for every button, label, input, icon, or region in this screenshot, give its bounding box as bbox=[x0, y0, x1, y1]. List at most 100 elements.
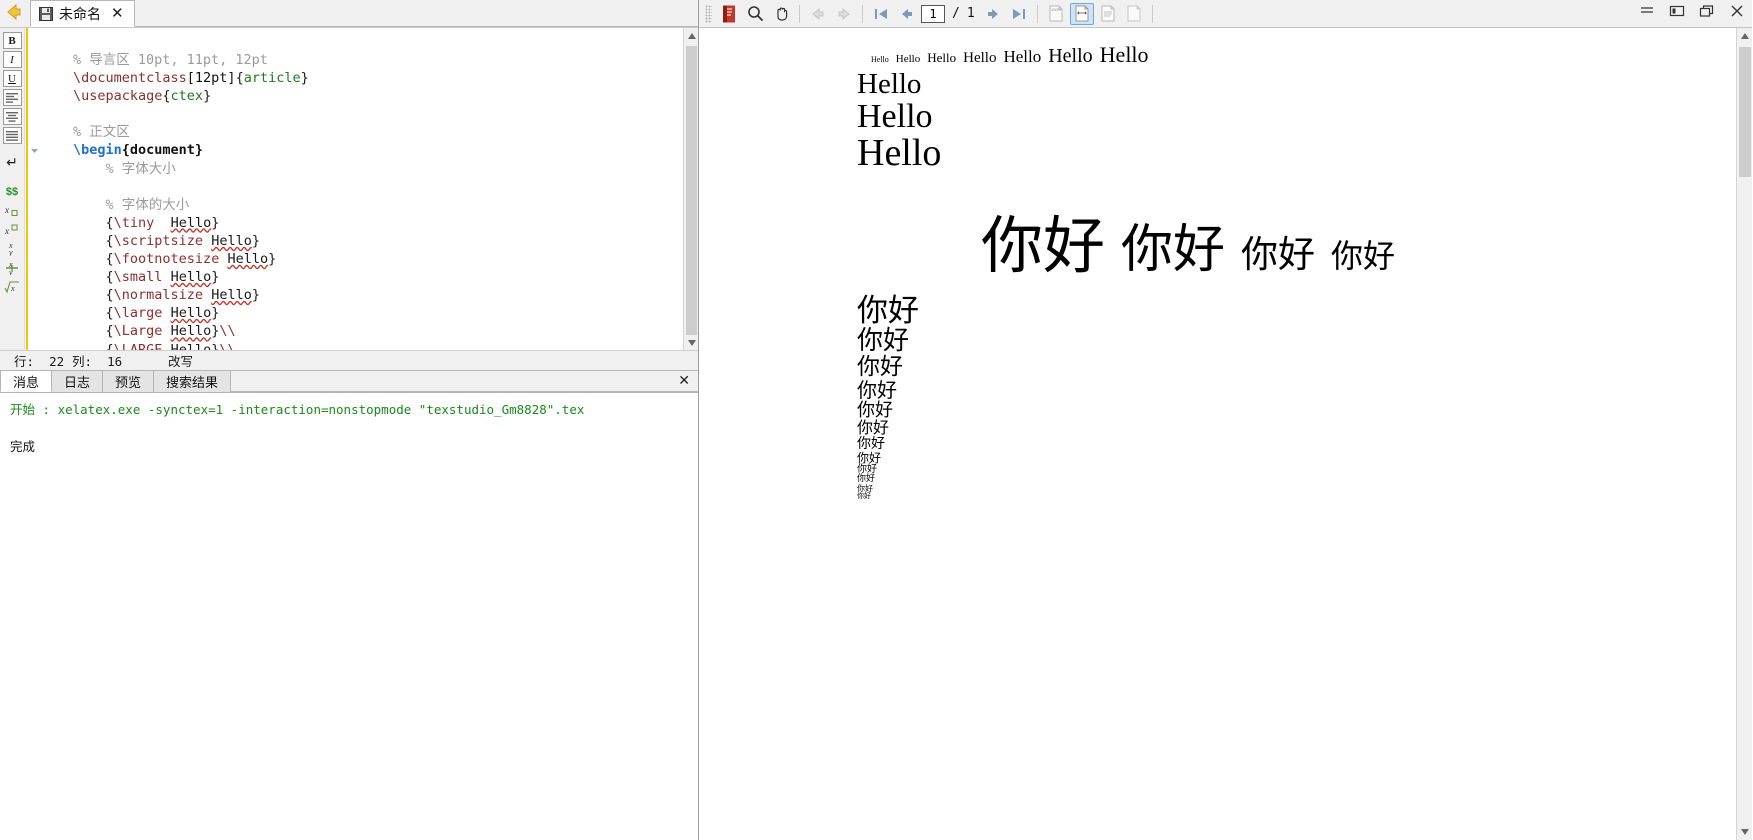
code-token: article bbox=[243, 70, 301, 87]
fraction-button[interactable]: xy bbox=[3, 240, 22, 257]
pdf-page: Hello Hello Hello Hello Hello Hello Hello Hell… bbox=[699, 28, 1736, 840]
code-line[interactable]: % 正文区 bbox=[45, 123, 683, 141]
align-center-button[interactable] bbox=[2, 108, 22, 125]
newline-button[interactable]: ↵ bbox=[3, 155, 22, 172]
page-number-input[interactable]: 1 bbox=[921, 4, 945, 23]
toolbar-drag-handle[interactable] bbox=[705, 4, 712, 23]
close-icon[interactable]: ✕ bbox=[111, 6, 124, 21]
scroll-up-icon[interactable] bbox=[684, 28, 698, 43]
message-tabbar: 消息 日志 预览 搜索结果 ✕ bbox=[0, 370, 698, 393]
code-line[interactable]: {\Large Hello}\\ bbox=[45, 322, 683, 340]
svg-text:x: x bbox=[10, 284, 15, 293]
fit-text-width-button[interactable] bbox=[1096, 3, 1120, 25]
code-line[interactable]: % 导言区 10pt, 11pt, 12pt bbox=[45, 51, 683, 69]
align-left-button[interactable] bbox=[2, 89, 22, 106]
magnifier-icon[interactable] bbox=[743, 3, 767, 25]
scrollbar-thumb[interactable] bbox=[686, 46, 697, 350]
tab-log[interactable]: 日志 bbox=[51, 370, 104, 392]
next-page-icon[interactable] bbox=[981, 3, 1005, 25]
pdf-document-icon[interactable] bbox=[717, 3, 741, 25]
restore-icon[interactable] bbox=[1698, 2, 1716, 20]
code-token: } bbox=[211, 305, 220, 322]
tab-search-results[interactable]: 搜索结果 bbox=[153, 370, 232, 392]
fit-page-button[interactable] bbox=[1122, 3, 1146, 25]
texstudio-window: 未命名 ✕ B I U ↵ $$ x x x y x y x % 导言区 10p… bbox=[0, 0, 1753, 840]
code-line[interactable] bbox=[45, 178, 683, 196]
page-separator: / bbox=[952, 6, 960, 21]
editor-gutter[interactable] bbox=[25, 28, 45, 350]
editor-scrollbar[interactable] bbox=[683, 28, 698, 350]
pdf-nihao-text: 你好 bbox=[857, 474, 876, 485]
status-line: 行: 22 bbox=[14, 351, 72, 370]
message-done-line: 完成 bbox=[10, 439, 36, 454]
pdf-nihao-text: 你好 bbox=[1121, 220, 1226, 280]
code-line[interactable]: \usepackage{ctex} bbox=[45, 87, 683, 105]
code-line[interactable]: {\tiny Hello} bbox=[45, 214, 683, 232]
code-token: % 正文区 bbox=[73, 124, 130, 141]
tab-preview[interactable]: 预览 bbox=[102, 370, 155, 392]
pdf-hello-text: Hello bbox=[857, 97, 933, 135]
pdf-viewport[interactable]: Hello Hello Hello Hello Hello Hello Hello Hell… bbox=[699, 28, 1752, 840]
fit-width-button[interactable] bbox=[1069, 2, 1094, 25]
superscript-button[interactable]: x bbox=[3, 221, 22, 238]
fold-toggle-icon[interactable] bbox=[30, 146, 39, 155]
message-start-line: 开始 : xelatex.exe -synctex=1 -interaction… bbox=[10, 402, 585, 417]
code-line[interactable]: {\scriptsize Hello} bbox=[45, 232, 683, 250]
italic-button[interactable]: I bbox=[2, 51, 22, 68]
code-token: Hello bbox=[211, 287, 252, 304]
minimize-icon[interactable] bbox=[1638, 2, 1656, 20]
underline-button[interactable]: U bbox=[2, 70, 22, 87]
code-token: { bbox=[162, 88, 171, 105]
svg-text:100%: 100% bbox=[1051, 7, 1062, 12]
bold-button[interactable]: B bbox=[2, 32, 22, 49]
code-token: \normalsize bbox=[113, 287, 204, 304]
pdf-scrollbar-thumb[interactable] bbox=[1739, 47, 1751, 177]
code-line[interactable]: {\small Hello} bbox=[45, 268, 683, 286]
code-editor[interactable]: % 导言区 10pt, 11pt, 12pt \documentclass[12p… bbox=[45, 28, 683, 350]
last-page-icon[interactable] bbox=[1007, 3, 1031, 25]
window-controls bbox=[1638, 2, 1746, 20]
message-output[interactable]: 开始 : xelatex.exe -synctex=1 -interaction… bbox=[0, 393, 698, 518]
zoom-100-button[interactable]: 100% bbox=[1044, 3, 1068, 25]
pdf-scrollbar[interactable] bbox=[1736, 28, 1752, 840]
code-line[interactable]: {\large Hello} bbox=[45, 304, 683, 322]
pdf-nihao-text: 你好 bbox=[857, 450, 882, 465]
code-token: ctex bbox=[170, 88, 204, 105]
align-justify-button[interactable] bbox=[2, 127, 22, 144]
code-token: } bbox=[251, 287, 260, 304]
tab-messages[interactable]: 消息 bbox=[0, 370, 53, 392]
code-token: } bbox=[300, 70, 309, 87]
hand-tool-icon[interactable] bbox=[769, 3, 793, 25]
previous-page-icon[interactable] bbox=[895, 3, 919, 25]
code-token: Hello bbox=[170, 214, 212, 231]
code-line[interactable] bbox=[45, 105, 683, 123]
code-line[interactable]: % 字体的大小 bbox=[45, 196, 683, 214]
first-page-icon[interactable] bbox=[869, 3, 893, 25]
subscript-button[interactable]: x bbox=[3, 202, 22, 219]
close-panel-icon[interactable]: ✕ bbox=[678, 374, 690, 388]
sqrt-button[interactable]: x bbox=[3, 278, 22, 295]
code-line[interactable]: \documentclass[12pt]{article} bbox=[45, 69, 683, 87]
code-line[interactable]: \begin{document} bbox=[45, 141, 683, 159]
pdf-scroll-up-icon[interactable] bbox=[1737, 28, 1752, 44]
code-line[interactable]: % 字体大小 bbox=[45, 160, 683, 178]
pdf-scroll-down-icon[interactable] bbox=[1737, 824, 1752, 840]
code-line[interactable]: {\footnotesize Hello} bbox=[45, 250, 683, 268]
pdf-hello-text: Hello bbox=[895, 53, 921, 65]
code-token: { bbox=[105, 305, 114, 322]
toolbar-separator-1 bbox=[799, 4, 800, 23]
close-icon[interactable] bbox=[1728, 2, 1746, 20]
code-token: } bbox=[251, 232, 260, 249]
pdf-nihao-text: 你好 bbox=[857, 293, 919, 329]
dfrac-button[interactable]: xy bbox=[3, 259, 22, 276]
scroll-down-icon[interactable] bbox=[684, 335, 698, 350]
navigate-back-icon[interactable] bbox=[2, 1, 26, 23]
code-line[interactable]: {\normalsize Hello} bbox=[45, 286, 683, 304]
code-line[interactable]: {\LARGE Hello}\\ bbox=[45, 341, 683, 351]
math-display-button[interactable]: $$ bbox=[3, 183, 22, 200]
status-insert-mode[interactable]: 改写 bbox=[168, 351, 193, 370]
document-tab[interactable]: 未命名 ✕ bbox=[30, 0, 135, 27]
code-token: \begin bbox=[73, 142, 122, 159]
code-token: Hello bbox=[170, 323, 212, 340]
dock-left-icon[interactable] bbox=[1668, 2, 1686, 20]
